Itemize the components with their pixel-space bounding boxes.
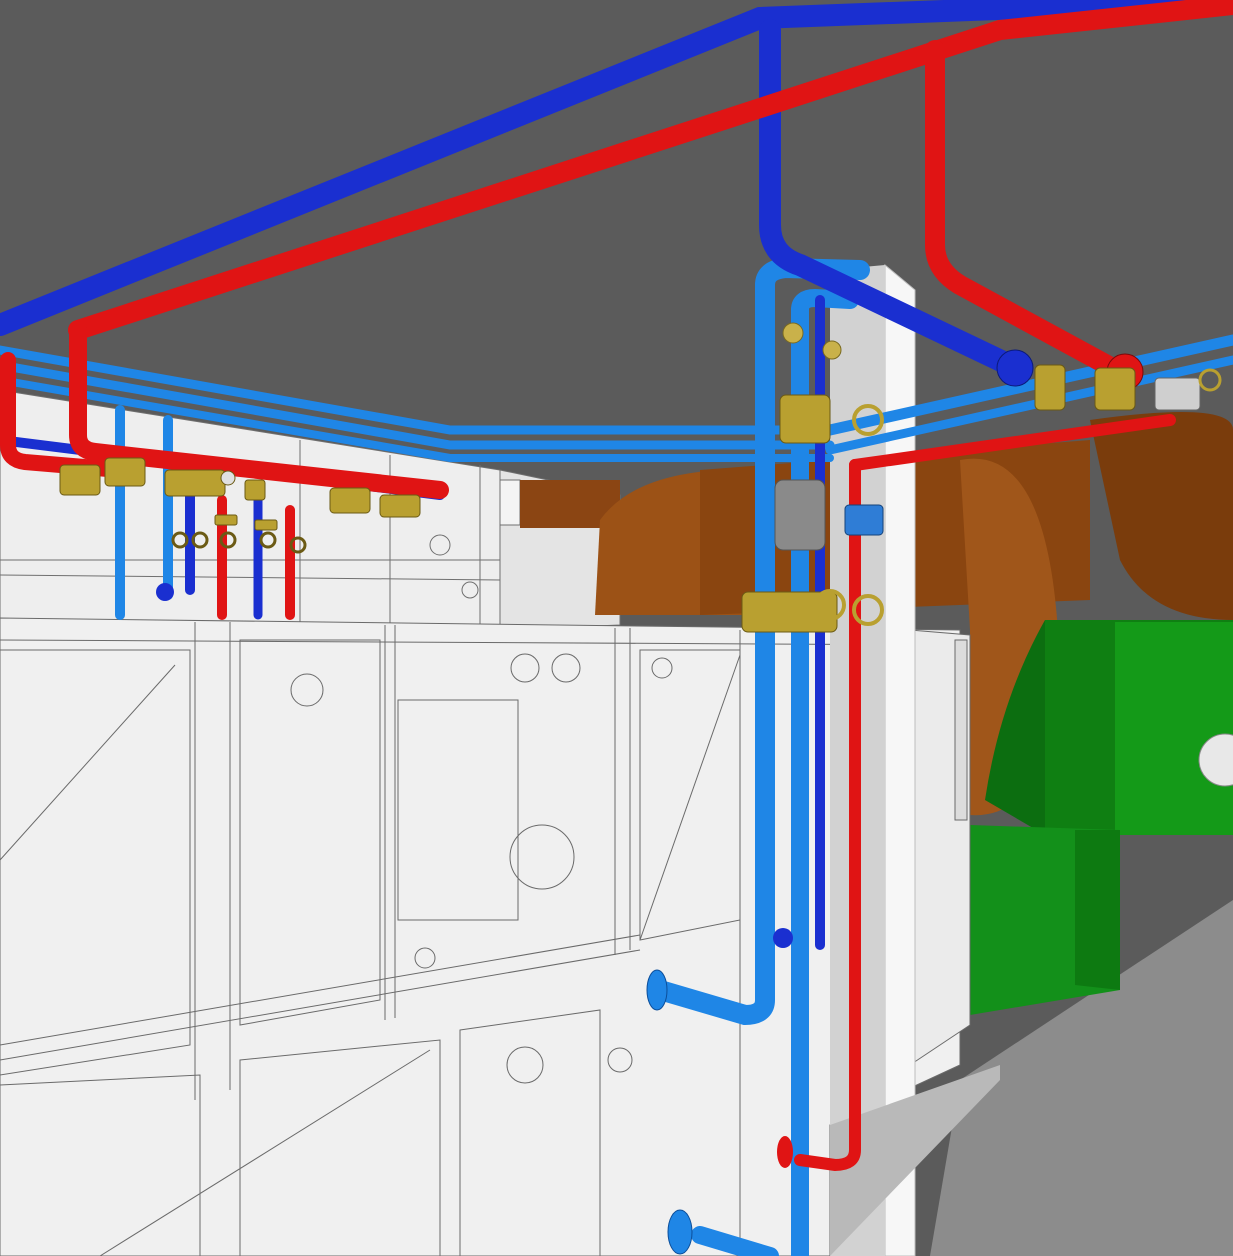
- actuator-icon: [844, 504, 884, 536]
- flange-icon: [646, 969, 668, 1011]
- gauge-icon: [782, 322, 804, 344]
- flange-icon: [156, 583, 174, 601]
- flange-icon: [667, 1209, 693, 1255]
- flange-icon: [996, 349, 1034, 387]
- hvac-mechanical-room-render: [0, 0, 1233, 1256]
- gauge-icon: [822, 340, 842, 360]
- air-handling-unit-side: [909, 629, 971, 1066]
- flange-icon: [773, 928, 793, 948]
- flange-icon: [777, 1136, 793, 1168]
